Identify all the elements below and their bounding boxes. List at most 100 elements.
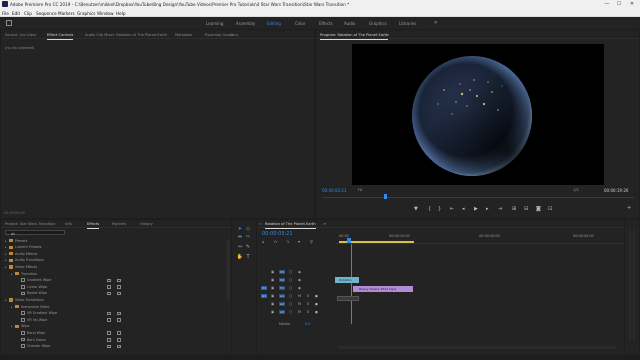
workspace-graphics[interactable]: Graphics <box>369 21 387 26</box>
tab-info[interactable]: Info <box>65 222 72 226</box>
effects-tree-item[interactable]: Checker Wipe <box>1 344 227 350</box>
effects-tree-item[interactable]: Gradient Wipe <box>1 278 227 284</box>
toggle-visibility-icon[interactable]: ◉ <box>298 278 301 282</box>
master-value[interactable]: 0.0 <box>305 322 310 326</box>
effects-tree-item[interactable]: ▸ Video Effects <box>1 264 227 270</box>
track-target-v1[interactable]: V1 <box>279 286 285 290</box>
record-voiceover-icon[interactable]: ● <box>315 302 318 306</box>
home-icon[interactable] <box>6 20 12 26</box>
menu-markers[interactable]: Markers <box>58 11 75 16</box>
program-menu-icon[interactable]: ≡ <box>386 32 389 37</box>
effects-tree-item[interactable]: ▸ Immersive Video <box>1 304 227 310</box>
tab-effect-controls[interactable]: Effect Controls <box>47 33 74 40</box>
track-select-tool-icon[interactable]: ⇨ <box>244 234 252 241</box>
timeline-clip-v2[interactable]: Rotation <box>335 277 359 283</box>
lock-track-icon[interactable]: ▣ <box>271 278 274 282</box>
mute-track-icon[interactable]: M <box>298 310 301 314</box>
track-header-a2[interactable]: ▣ A2 □ M S ● <box>257 300 333 308</box>
close-button[interactable]: ✕ <box>627 1 637 8</box>
effects-search-input[interactable]: ⌕ wi <box>5 230 65 236</box>
mute-track-icon[interactable]: M <box>298 302 301 306</box>
program-resolution-dropdown[interactable]: 1/2 <box>573 188 579 192</box>
export-frame-icon[interactable]: ◙ <box>536 206 541 212</box>
maximize-button[interactable]: ☐ <box>614 1 624 8</box>
timeline-clip-v1[interactable]: Heavy Chains 3547.mp4 <box>353 286 413 292</box>
sync-lock-icon[interactable]: □ <box>289 270 292 274</box>
menu-sequence[interactable]: Sequence <box>36 11 57 16</box>
lock-track-icon[interactable]: ▣ <box>271 270 274 274</box>
workspace-more-button[interactable]: » <box>434 19 438 26</box>
sync-lock-icon[interactable]: □ <box>289 294 292 298</box>
add-marker-icon[interactable]: ▼ <box>414 206 418 212</box>
toggle-visibility-icon[interactable]: ◉ <box>298 270 301 274</box>
workspace-editing[interactable]: Editing <box>267 21 281 26</box>
program-fit-dropdown[interactable]: Fit <box>358 188 362 192</box>
menu-file[interactable]: File <box>2 11 9 16</box>
type-tool-icon[interactable]: T <box>244 254 252 261</box>
timeline-settings-icon[interactable]: ⚲ <box>310 239 313 244</box>
record-voiceover-icon[interactable]: ● <box>315 294 318 298</box>
workspace-audio[interactable]: Audio <box>344 21 355 26</box>
sequence-menu-icon[interactable]: ≡ <box>323 221 326 226</box>
menu-help[interactable]: Help <box>116 11 126 16</box>
close-sequence-icon[interactable]: ✕ <box>259 222 262 226</box>
lift-icon[interactable]: ⊞ <box>512 206 516 212</box>
solo-track-icon[interactable]: S <box>307 294 309 298</box>
settings-icon[interactable]: ⊡ <box>548 206 552 212</box>
effects-tree-item[interactable]: ▸ Wipe <box>1 324 227 330</box>
lock-track-icon[interactable]: ▣ <box>271 310 274 314</box>
razor-tool-icon[interactable]: ◇ <box>244 226 252 233</box>
mark-in-icon[interactable]: { <box>428 206 431 212</box>
button-editor-icon[interactable]: + <box>627 205 631 211</box>
effects-tree-item[interactable]: Band Wipe <box>1 330 227 336</box>
tab-effects[interactable]: Effects <box>87 222 100 229</box>
step-forward-icon[interactable]: ▸ <box>486 206 489 212</box>
effects-tree-item[interactable]: ▸ Video Transitions <box>1 297 227 303</box>
disclosure-triangle-icon[interactable]: ▸ <box>5 239 7 243</box>
effects-tree-item[interactable]: ▸ Transition <box>1 271 227 277</box>
play-icon[interactable]: ▶ <box>474 206 478 212</box>
track-target-a2[interactable]: A2 <box>279 302 285 306</box>
track-target-v2[interactable]: V2 <box>279 278 285 282</box>
nest-toggle-icon[interactable]: ⌂ <box>262 239 265 244</box>
track-header-v3[interactable]: ▣ V3 □ ◉ <box>257 268 333 276</box>
toggle-visibility-icon[interactable]: ◉ <box>298 286 301 290</box>
effects-tree-item[interactable]: VR Gradient Wipe <box>1 311 227 317</box>
lock-track-icon[interactable]: ▣ <box>271 302 274 306</box>
mark-out-icon[interactable]: } <box>438 206 441 212</box>
go-to-in-icon[interactable]: ⇤ <box>450 206 454 212</box>
tab-metadata[interactable]: Metadata <box>175 33 192 37</box>
effects-tree-item[interactable]: ▸ Audio Transitions <box>1 258 227 264</box>
track-target-a3[interactable]: A3 <box>279 310 285 314</box>
program-playhead[interactable] <box>384 194 388 199</box>
program-timecode-current[interactable]: 00:00:03:21 <box>322 188 346 193</box>
disclosure-triangle-icon[interactable]: ▸ <box>11 324 13 328</box>
track-header-a1[interactable]: A1 ▣ A1 □ M S ● <box>257 292 333 300</box>
disclosure-triangle-icon[interactable]: ▸ <box>11 305 13 309</box>
effects-tree-item[interactable]: Linear Wipe <box>1 284 227 290</box>
sync-lock-icon[interactable]: □ <box>289 302 292 306</box>
workspace-libraries[interactable]: Libraries <box>399 21 416 26</box>
disclosure-triangle-icon[interactable]: ▸ <box>5 252 7 256</box>
timeline-playhead-handle[interactable] <box>347 238 351 243</box>
linked-selection-icon[interactable]: ⊃ <box>286 239 289 244</box>
effects-tree-item[interactable]: Barn Doors <box>1 337 227 343</box>
workspace-learning[interactable]: Learning <box>206 21 223 26</box>
effects-tree-item[interactable]: ▸ Audio Effects <box>1 251 227 257</box>
track-target-v3[interactable]: V3 <box>279 270 285 274</box>
source-patch-a1[interactable]: A1 <box>261 294 267 298</box>
track-header-v2[interactable]: ▣ V2 □ ◉ <box>257 276 333 284</box>
mute-track-icon[interactable]: M <box>298 294 301 298</box>
timeline-clip-a1[interactable] <box>337 296 359 301</box>
slip-tool-icon[interactable]: ↔ <box>236 244 244 251</box>
menu-graphics[interactable]: Graphics <box>77 11 96 16</box>
program-mini-timeline[interactable] <box>322 197 634 198</box>
go-to-out-icon[interactable]: ⇥ <box>498 206 502 212</box>
effects-tree-item[interactable]: VR Iris Wipe <box>1 317 227 323</box>
tab-audio-clip-mixer[interactable]: Audio Clip Mixer: Rotation of The Planet… <box>85 33 167 37</box>
disclosure-triangle-icon[interactable]: ▸ <box>5 258 7 262</box>
extract-icon[interactable]: ⊟ <box>524 206 528 212</box>
track-header-v1[interactable]: V1 ▣ V1 □ ◉ <box>257 284 333 292</box>
menu-clip[interactable]: Clip <box>24 11 32 16</box>
tab-project[interactable]: Project: Star Wars Transition <box>5 222 56 226</box>
